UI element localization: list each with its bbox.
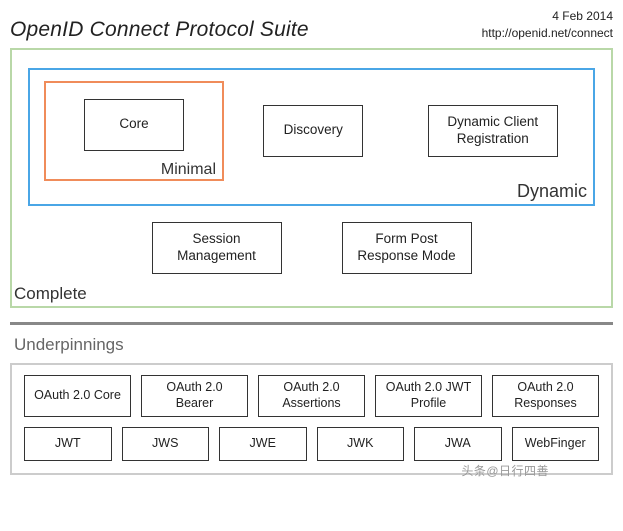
spec-webfinger: WebFinger	[512, 427, 600, 461]
section-divider	[10, 322, 613, 325]
spec-jwa: JWA	[414, 427, 502, 461]
spec-discovery: Discovery	[263, 105, 363, 157]
group-complete-label: Complete	[14, 284, 87, 304]
group-complete: Complete Dynamic Minimal Core Discovery …	[10, 48, 613, 308]
header-meta: 4 Feb 2014 http://openid.net/connect	[482, 8, 613, 42]
spec-form-post-response-mode: Form Post Response Mode	[342, 222, 472, 274]
group-underpinnings: OAuth 2.0 Core OAuth 2.0 Bearer OAuth 2.…	[10, 363, 613, 475]
spec-jwk: JWK	[317, 427, 405, 461]
spec-jws: JWS	[122, 427, 210, 461]
dynamic-items: Discovery Dynamic Client Registration	[242, 105, 579, 157]
underpinnings-row-1: OAuth 2.0 Core OAuth 2.0 Bearer OAuth 2.…	[24, 375, 599, 417]
complete-extra-row: Session Management Form Post Response Mo…	[28, 222, 595, 274]
group-minimal: Minimal Core	[44, 81, 224, 181]
spec-oauth-jwt-profile: OAuth 2.0 JWT Profile	[375, 375, 482, 417]
spec-oauth-bearer: OAuth 2.0 Bearer	[141, 375, 248, 417]
spec-oauth-responses: OAuth 2.0 Responses	[492, 375, 599, 417]
underpinnings-title: Underpinnings	[14, 335, 613, 355]
header-date: 4 Feb 2014	[482, 8, 613, 25]
header-row: OpenID Connect Protocol Suite 4 Feb 2014…	[10, 8, 613, 42]
spec-oauth-assertions: OAuth 2.0 Assertions	[258, 375, 365, 417]
spec-oauth-core: OAuth 2.0 Core	[24, 375, 131, 417]
group-dynamic-label: Dynamic	[517, 181, 587, 202]
spec-jwt: JWT	[24, 427, 112, 461]
spec-dynamic-client-registration: Dynamic Client Registration	[428, 105, 558, 157]
group-dynamic: Dynamic Minimal Core Discovery Dynamic C…	[28, 68, 595, 206]
spec-session-management: Session Management	[152, 222, 282, 274]
underpinnings-row-2: JWT JWS JWE JWK JWA WebFinger	[24, 427, 599, 461]
page-title: OpenID Connect Protocol Suite	[10, 18, 309, 42]
group-minimal-label: Minimal	[161, 161, 216, 179]
spec-jwe: JWE	[219, 427, 307, 461]
spec-core: Core	[84, 99, 184, 151]
header-url: http://openid.net/connect	[482, 25, 613, 42]
